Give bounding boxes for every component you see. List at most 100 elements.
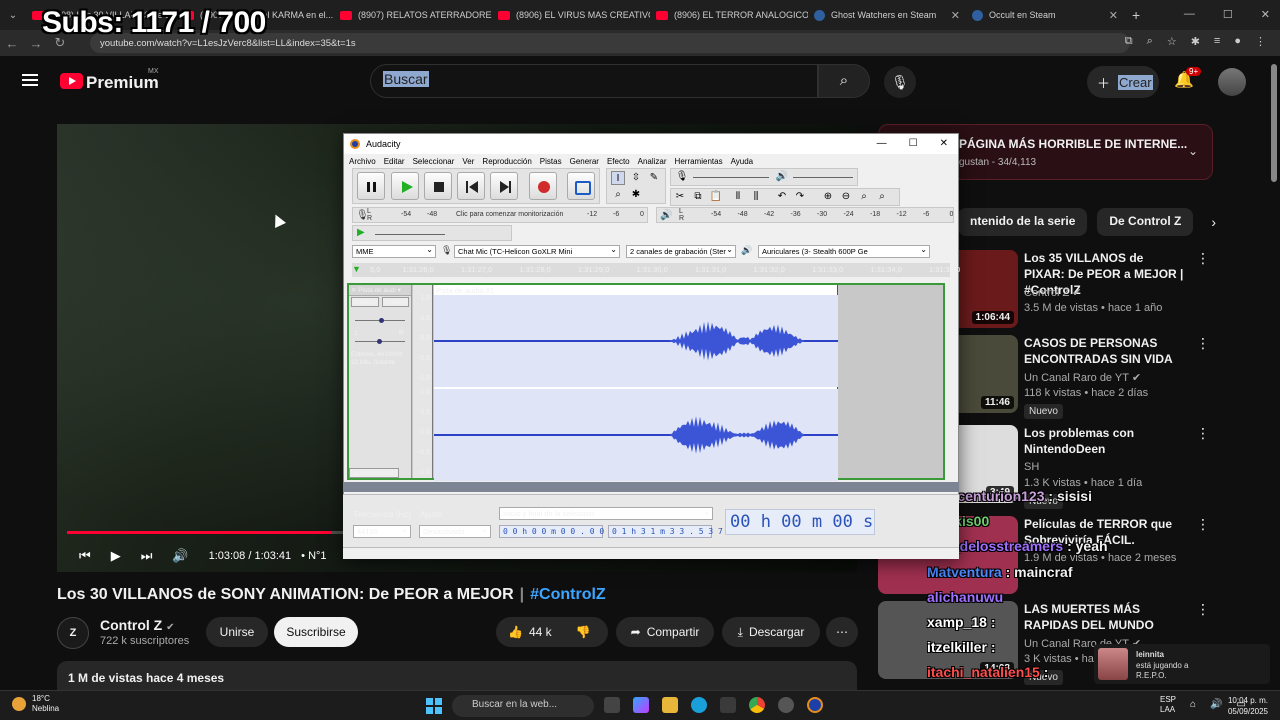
chevron-right-icon[interactable]: › xyxy=(1211,214,1216,230)
envelope-tool-icon[interactable]: ⇳ xyxy=(629,171,643,185)
taskbar-clock[interactable]: 10:04 p. m. 05/09/2025 xyxy=(1228,695,1268,717)
solo-button[interactable]: Solo xyxy=(382,297,409,307)
copilot-icon[interactable] xyxy=(633,697,649,713)
new-tab-button[interactable]: + xyxy=(1124,7,1148,23)
play-button[interactable] xyxy=(391,172,419,200)
like-count[interactable]: 44 k xyxy=(529,625,552,639)
fit-project-icon[interactable]: ⌕ xyxy=(875,190,889,204)
chrome-icon[interactable] xyxy=(749,697,765,713)
youtube-logo-icon[interactable] xyxy=(60,73,83,89)
recommendation-title[interactable]: LAS MUERTES MÁS RAPIDAS DEL MUNDO xyxy=(1024,601,1184,633)
copy-icon[interactable]: ⧉ xyxy=(691,190,705,204)
network-icon[interactable]: ⌂ xyxy=(1190,700,1196,710)
download-button[interactable]: ⤓ Descargar xyxy=(722,617,820,647)
voice-search-button[interactable]: 🎙 xyxy=(884,66,916,98)
speed-slider[interactable] xyxy=(375,234,445,235)
minimize-icon[interactable]: — xyxy=(1184,8,1195,21)
skip-to-end-button[interactable] xyxy=(490,172,518,200)
mute-button[interactable]: Silencio xyxy=(351,297,379,307)
more-vert-icon[interactable]: ⋮ xyxy=(1196,516,1210,533)
left-channel[interactable] xyxy=(434,295,838,387)
join-button[interactable]: Unirse xyxy=(206,617,268,647)
audacity-close-icon[interactable]: ✕ xyxy=(940,138,948,149)
reading-list-icon[interactable]: ≡ xyxy=(1214,35,1220,48)
menu-hamburger-icon[interactable] xyxy=(22,74,38,86)
selection-start-time[interactable]: 0 0 h 0 0 m 0 0 . 0 0 0 s xyxy=(499,525,623,538)
undo-icon[interactable]: ↶ xyxy=(775,190,789,204)
audacity-menu-item-8[interactable]: Analizar xyxy=(638,157,667,166)
audacity-taskbar-icon[interactable] xyxy=(807,697,823,713)
tab-close-icon[interactable]: ✕ xyxy=(1109,9,1118,22)
language-indicator[interactable]: ESP LAA xyxy=(1160,695,1176,715)
record-volume-slider[interactable] xyxy=(693,177,769,178)
browser-tab-2[interactable]: (8907) RELATOS ATERRADORES...✕ xyxy=(334,3,492,27)
selection-tool-icon[interactable]: I xyxy=(611,171,625,185)
obs-icon[interactable] xyxy=(778,697,794,713)
audacity-menu-item-2[interactable]: Seleccionar xyxy=(413,157,455,166)
chip-control-z[interactable]: De Control Z xyxy=(1097,208,1194,236)
record-button[interactable] xyxy=(529,172,557,200)
audacity-menu-item-1[interactable]: Editar xyxy=(384,157,405,166)
search-button[interactable]: ⌕ xyxy=(818,64,870,98)
edge-icon[interactable] xyxy=(691,697,707,713)
input-device-select[interactable]: Chat Mic (TC-Helicon GoXLR Mini xyxy=(454,245,620,258)
page-scrollbar[interactable] xyxy=(1271,64,1277,182)
output-device-select[interactable]: Auriculares (3- Stealth 600P Ge xyxy=(758,245,930,258)
channels-select[interactable]: 2 canales de grabación (Ster xyxy=(626,245,736,258)
task-view-icon[interactable] xyxy=(604,697,620,713)
back-icon[interactable]: ← xyxy=(0,36,24,51)
recommendation-title[interactable]: Los problemas con NintendoDeen xyxy=(1024,425,1184,457)
audacity-maximize-icon[interactable]: ☐ xyxy=(909,138,918,149)
file-explorer-icon[interactable] xyxy=(662,697,678,713)
audio-position-display[interactable]: 00 h 00 m 00 s xyxy=(725,509,875,535)
skip-to-start-button[interactable] xyxy=(457,172,485,200)
install-icon[interactable]: ⧉ xyxy=(1125,35,1133,48)
recommendation-channel[interactable]: Control Z ✔ xyxy=(1024,286,1082,299)
extensions-icon[interactable]: ✱ xyxy=(1191,35,1200,48)
tab-search-icon[interactable]: ⌄ xyxy=(0,10,26,21)
audacity-menu-item-6[interactable]: Generar xyxy=(570,157,599,166)
recommendation-channel[interactable]: SH xyxy=(1024,461,1039,473)
menu-icon[interactable]: ⋮ xyxy=(1255,35,1266,48)
right-channel[interactable] xyxy=(434,389,838,481)
browser-tab-6[interactable]: Occult en Steam ✕ xyxy=(966,3,1124,27)
pause-button[interactable] xyxy=(357,172,385,200)
audacity-menu-item-4[interactable]: Reproducción xyxy=(482,157,531,166)
loop-button[interactable] xyxy=(567,172,595,200)
play-at-speed-icon[interactable]: ▶ xyxy=(357,227,365,238)
stop-button[interactable] xyxy=(424,172,452,200)
volume-tray-icon[interactable]: 🔊 xyxy=(1210,700,1222,710)
more-vert-icon[interactable]: ⋮ xyxy=(1196,335,1210,352)
record-meter[interactable]: 🎙 L R -54 -48 Clic para comenzar monitor… xyxy=(352,207,648,223)
maximize-icon[interactable]: ☐ xyxy=(1223,8,1233,21)
paste-icon[interactable]: 📋 xyxy=(709,190,723,204)
playback-meter[interactable]: 🔊 L R -54 -48 -42 -36 -30 -24 -18 -12 -6 0 xyxy=(656,207,954,223)
share-button[interactable]: ➦ Compartir xyxy=(616,617,714,647)
audacity-menu-item-0[interactable]: Archivo xyxy=(349,157,376,166)
zoom-icon[interactable]: ⌕ xyxy=(1147,35,1153,48)
redo-icon[interactable]: ↷ xyxy=(793,190,807,204)
bookmark-star-icon[interactable]: ☆ xyxy=(1167,35,1177,48)
browser-tab-3[interactable]: (8906) EL VIRUS MAS CREATIVO...✕ xyxy=(492,3,650,27)
create-button[interactable]: ＋ Crear xyxy=(1087,66,1159,98)
chevron-down-icon[interactable]: ⌄ xyxy=(1188,144,1198,158)
windows-start-icon[interactable] xyxy=(426,698,442,714)
multi-tool-icon[interactable]: ✱ xyxy=(629,188,643,202)
search-input[interactable]: Buscar xyxy=(370,64,818,98)
like-icon[interactable]: 👍 xyxy=(508,625,523,639)
browser-tab-4[interactable]: (8906) EL TERROR ANALOGICO...✕ xyxy=(650,3,808,27)
app-icon[interactable] xyxy=(720,697,736,713)
zoom-in-icon[interactable]: ⊕ xyxy=(821,190,835,204)
horizontal-scrollbar[interactable] xyxy=(343,482,959,492)
more-vert-icon[interactable]: ⋮ xyxy=(1196,425,1210,442)
audacity-titlebar[interactable]: Audacity xyxy=(344,134,958,154)
silence-icon[interactable]: ⫼ xyxy=(749,190,763,204)
selection-mode-select[interactable]: Inicio y final de la selección xyxy=(499,507,713,520)
recommendation-title[interactable]: CASOS DE PERSONAS ENCONTRADAS SIN VIDA xyxy=(1024,335,1184,367)
more-vert-icon[interactable]: ⋮ xyxy=(1196,250,1210,267)
volume-icon[interactable]: 🔊 xyxy=(172,548,188,564)
host-select[interactable]: MME xyxy=(352,245,436,258)
selection-end-time[interactable]: 0 1 h 3 1 m 3 3 . 5 3 7 s xyxy=(608,525,732,538)
pan-slider[interactable] xyxy=(355,339,405,344)
youtube-brand[interactable]: Premium xyxy=(86,73,159,93)
